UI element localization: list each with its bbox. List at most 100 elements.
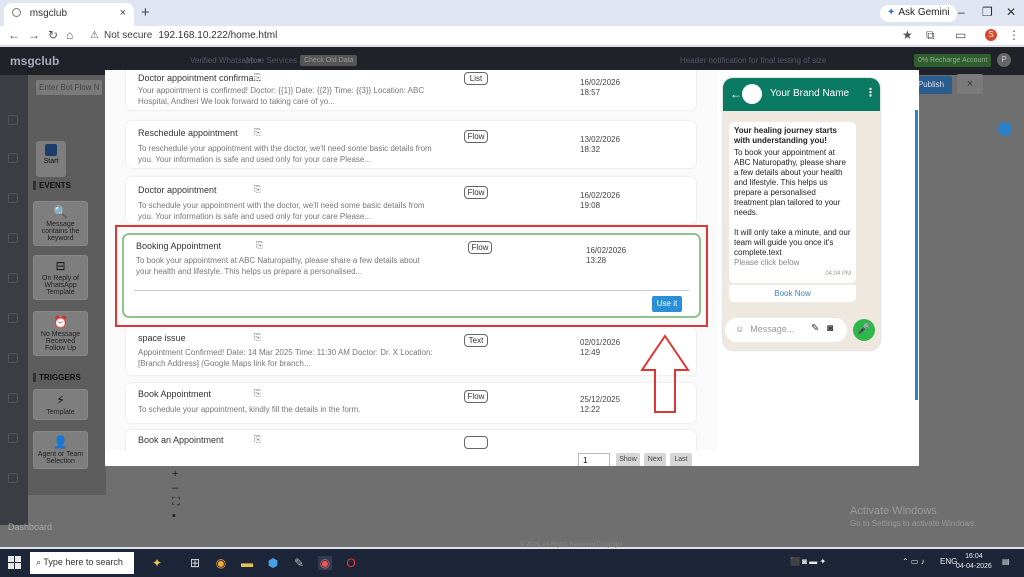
right-panel-icon[interactable]	[998, 122, 1012, 136]
zoom-out-icon[interactable]: –	[172, 481, 180, 495]
template-date: 16/02/2026 19:08	[580, 191, 621, 210]
camera-icon: ◙	[827, 323, 834, 334]
rail-icon[interactable]	[8, 353, 18, 363]
lightning-icon: ⚡	[56, 393, 65, 407]
ask-gemini-button[interactable]: ✦ Ask Gemini	[880, 5, 957, 22]
vpn-icon[interactable]: ⬢	[266, 556, 280, 570]
site-favicon-icon	[12, 8, 21, 17]
reload-icon[interactable]: ↻	[48, 28, 58, 42]
tray-app-icons[interactable]: ⬛ ◙ ▬ ✦	[790, 557, 826, 566]
lock-icon[interactable]: ▪	[172, 509, 180, 523]
extensions-icon[interactable]: ⧉	[926, 28, 935, 43]
restore-icon[interactable]: ❐	[982, 5, 993, 19]
bookmark-star-icon[interactable]: ★	[902, 28, 913, 42]
template-type-badge: Flow	[464, 186, 488, 199]
template-date: 16/02/2026 18:57	[580, 78, 621, 97]
zoom-in-icon[interactable]: +	[172, 467, 180, 481]
template-body: To reschedule your appointment with the …	[138, 144, 432, 164]
copy-icon[interactable]: ⎘	[254, 127, 261, 138]
opera-icon[interactable]: O	[344, 556, 358, 570]
tab-close-icon[interactable]: ×	[120, 7, 126, 19]
template-type-badge: Flow	[464, 130, 488, 143]
taskbar-clock[interactable]: 16:04 04-04-2026	[956, 552, 992, 572]
palette-agent[interactable]: 👤 Agent or Team Selection	[33, 431, 88, 469]
palette-keyword[interactable]: 🔍 Message contains the keyword	[33, 201, 88, 246]
forward-icon[interactable]: →	[28, 28, 40, 42]
browser-tab[interactable]: msgclub ×	[4, 3, 134, 26]
copy-icon[interactable]: ⎘	[254, 72, 261, 83]
rail-icon[interactable]	[8, 313, 18, 323]
close-modal-button[interactable]: ×	[957, 74, 983, 94]
new-tab-button[interactable]: +	[141, 4, 150, 21]
language-indicator[interactable]: ENG	[940, 557, 957, 566]
rail-icon[interactable]	[8, 273, 18, 283]
chrome-active-icon[interactable]: ◉	[318, 556, 332, 570]
rail-icon[interactable]	[8, 153, 18, 163]
book-now-button: Book Now	[729, 284, 856, 302]
palette-template[interactable]: ⚡ Template	[33, 389, 88, 420]
address-bar: ← → ↻ ⌂ ⚠ Not secure 192.168.10.222/home.h…	[0, 26, 1024, 46]
message-para: It will only take a minute, and our team…	[734, 228, 851, 257]
preview-scrollbar[interactable]	[915, 110, 918, 400]
recharge-badge[interactable]: 0% Recharge Account	[914, 54, 992, 67]
template-title: space issue	[138, 333, 186, 343]
browser-menu-icon[interactable]: ⋮	[1008, 28, 1020, 42]
back-icon[interactable]: ←	[8, 28, 20, 42]
chrome-icon[interactable]: ◉	[214, 556, 228, 570]
url-input[interactable]: ⚠ Not secure 192.168.10.222/home.html	[86, 28, 876, 44]
app-icon[interactable]: ✎	[292, 556, 306, 570]
copy-icon[interactable]: ⎘	[254, 332, 261, 343]
rail-icon[interactable]	[8, 433, 18, 443]
widgets-icon[interactable]: ✦	[150, 556, 164, 570]
template-card[interactable]: space issue ⎘ Appointment Confirmed! Dat…	[126, 327, 696, 375]
footer-copyright: © 2026, All Rights Reserved Copyright	[520, 542, 623, 548]
dashboard-link[interactable]: Dashboard	[8, 522, 52, 532]
palette-on-reply[interactable]: ⊟ On Reply of WhatsApp Template	[33, 255, 88, 300]
sidepanel-icon[interactable]: ▭	[955, 28, 966, 42]
task-view-icon[interactable]: ⊞	[188, 556, 202, 570]
copy-icon[interactable]: ⎘	[254, 434, 261, 445]
profile-avatar[interactable]: S	[985, 29, 997, 41]
show-button[interactable]: Show	[616, 453, 640, 466]
copy-icon[interactable]: ⎘	[254, 184, 261, 195]
header-more-services[interactable]: More Services	[246, 56, 297, 65]
rail-icon[interactable]	[8, 193, 18, 203]
template-card[interactable]: Doctor appointment ⎘ To schedule your ap…	[126, 177, 696, 224]
page-number-input[interactable]	[578, 453, 610, 466]
palette-no-message[interactable]: ⏰ No Message Received Follow Up	[33, 311, 88, 356]
template-title: Book an Appointment	[138, 435, 224, 445]
last-button[interactable]: Last	[670, 453, 692, 466]
template-body: To schedule your appointment, kindly fil…	[138, 405, 361, 414]
fit-view-icon[interactable]: ⛶	[172, 495, 180, 509]
template-title: Doctor appointment confirma...	[138, 73, 262, 83]
left-rail	[0, 75, 28, 525]
browser-tabbar: msgclub × + ✦ Ask Gemini – ❐ ✕	[0, 0, 1024, 26]
rail-icon[interactable]	[8, 473, 18, 483]
home-icon[interactable]: ⌂	[66, 28, 73, 42]
template-card[interactable]: Book Appointment ⎘ To schedule your appo…	[126, 383, 696, 423]
check-old-data-button[interactable]: Check Old Data	[300, 55, 358, 66]
rail-icon[interactable]	[8, 115, 18, 125]
template-card[interactable]: Book an Appointment ⎘	[126, 430, 696, 450]
canvas-tools: + – ⛶ ▪	[172, 467, 180, 523]
template-card[interactable]: Doctor appointment confirma... ⎘ Your ap…	[126, 70, 696, 110]
taskbar-search-input[interactable]: ⌕ Type here to search	[30, 552, 134, 574]
file-explorer-icon[interactable]: ▬	[240, 556, 254, 570]
copy-icon[interactable]: ⎘	[254, 388, 261, 399]
template-date: 25/12/2025 12:22	[580, 395, 621, 414]
template-type-badge: Text	[464, 334, 488, 347]
template-type-badge: Flow	[464, 390, 488, 403]
system-tray-icons[interactable]: ⌃ ▭ ♪	[902, 557, 925, 566]
windows-start-icon[interactable]	[8, 556, 22, 570]
minimize-icon[interactable]: –	[958, 5, 965, 19]
whatsapp-preview: ← Your Brand Name ⋮ Your healing journey…	[723, 78, 880, 350]
bot-flow-search[interactable]: Enter Bot Flow N	[36, 80, 102, 95]
close-window-icon[interactable]: ✕	[1006, 5, 1016, 19]
template-card[interactable]: Reschedule appointment ⎘ To reschedule y…	[126, 121, 696, 168]
rail-icon[interactable]	[8, 233, 18, 243]
rail-icon[interactable]	[8, 393, 18, 403]
user-avatar[interactable]: P	[997, 53, 1011, 67]
start-node[interactable]: Start	[36, 141, 66, 177]
next-button[interactable]: Next	[644, 453, 666, 466]
notification-icon[interactable]: ▤	[1002, 557, 1010, 566]
